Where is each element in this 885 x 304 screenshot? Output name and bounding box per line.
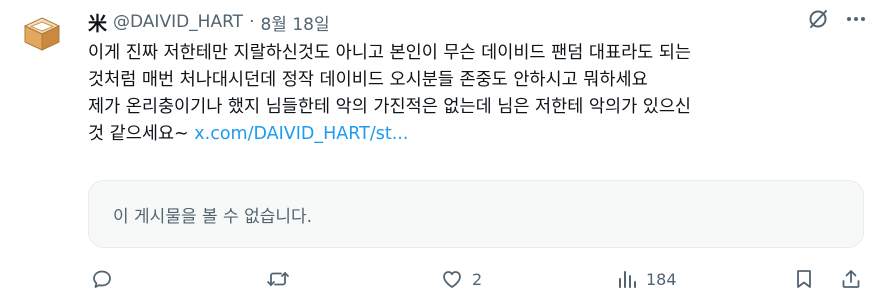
unavailable-message: 이 게시물을 볼 수 없습니다.: [113, 206, 313, 227]
post-link[interactable]: x.com/DAIVID_HART/st...: [194, 124, 408, 144]
like-button[interactable]: 2: [440, 268, 482, 290]
view-count: 184: [646, 269, 677, 289]
post-text-line: 것처럼 매번 처나대시던데 정작 데이비드 오시분들 존중도 안하시고 뭐하세요: [88, 70, 648, 90]
post-text-segment: 것 같으세요~: [88, 124, 195, 144]
share-icon: [842, 270, 860, 288]
bookmark-icon: [797, 270, 811, 288]
wooden-masu-box-icon: [23, 17, 61, 51]
reply-button[interactable]: [91, 268, 113, 290]
like-count: 2: [472, 269, 483, 289]
post-text-last-line: 것 같으세요~ x.com/DAIVID_HART/st...: [88, 121, 858, 148]
action-bar: 2 184: [88, 268, 868, 298]
post-date[interactable]: 8월 18일: [260, 10, 329, 35]
repost-icon: [267, 272, 289, 286]
repost-button[interactable]: [266, 268, 290, 290]
post-text: 이게 진짜 저한테만 지랄하신것도 아니고 본인이 무슨 데이비드 팬덤 대표라…: [88, 40, 858, 148]
share-button[interactable]: [840, 268, 862, 290]
unavailable-quote-card: 이 게시물을 볼 수 없습니다.: [88, 180, 864, 248]
post[interactable]: 米 @DAIVID_HART · 8월 18일 이게 진짜 저한테만 지랄하신것…: [0, 0, 885, 304]
reply-icon: [93, 270, 111, 288]
handle[interactable]: @DAIVID_HART: [113, 12, 243, 32]
slashed-circle-icon[interactable]: [807, 8, 829, 34]
more-dots-icon[interactable]: [845, 8, 867, 34]
post-header: 米 @DAIVID_HART · 8월 18일: [88, 9, 330, 35]
post-text-line: 이게 진짜 저한테만 지랄하신것도 아니고 본인이 무슨 데이비드 팬덤 대표라…: [88, 43, 692, 63]
bookmark-button[interactable]: [793, 268, 815, 290]
post-text-line: 제가 온리충이기나 했지 님들한테 악의 가진적은 없는데 님은 저한테 악의가…: [88, 97, 692, 117]
header-actions: [807, 8, 867, 34]
heart-icon: [443, 271, 461, 288]
display-name[interactable]: 米: [88, 9, 107, 36]
separator-dot: ·: [249, 12, 255, 32]
views-button[interactable]: 184: [616, 268, 677, 290]
avatar[interactable]: [22, 14, 62, 54]
views-bar-icon: [619, 271, 636, 288]
